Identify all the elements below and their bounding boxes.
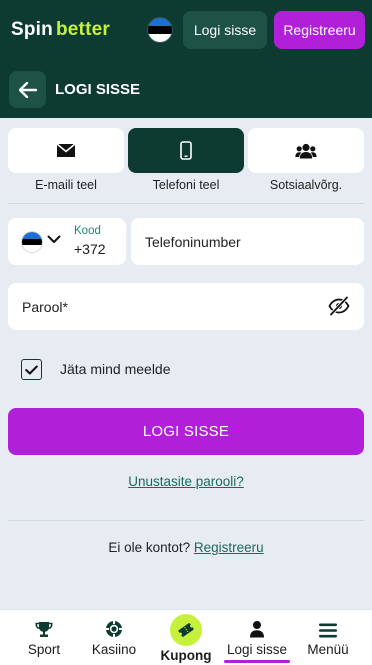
menu-icon (319, 623, 337, 638)
register-link[interactable]: Registreeru (194, 540, 264, 555)
active-nav-indicator (224, 660, 290, 663)
no-account-text: Ei ole kontot? (108, 540, 191, 555)
user-icon (250, 621, 264, 638)
remember-me-label[interactable]: Jäta mind meelde (60, 361, 171, 377)
country-code-select[interactable]: Kood +372 (8, 218, 126, 265)
country-code-value: +372 (74, 241, 106, 257)
nav-label-sport: Sport (27, 642, 61, 657)
tab-phone-label: Telefoni teel (152, 178, 220, 192)
password-input[interactable]: Parool* (8, 283, 364, 330)
chevron-down-icon (47, 235, 61, 243)
users-icon (295, 143, 317, 158)
tab-social[interactable] (248, 128, 364, 173)
page-title: LOGI SISSE (55, 81, 141, 98)
brand-logo[interactable]: Spin better (11, 19, 110, 41)
tab-social-label: Sotsiaalvõrg. (269, 178, 343, 192)
casino-chip-icon (106, 621, 122, 637)
nav-label-login: Logi sisse (226, 642, 288, 657)
arrow-left-icon (18, 81, 37, 98)
eye-slash-icon[interactable] (328, 296, 350, 316)
country-code-label: Kood (74, 225, 101, 237)
nav-item-casino[interactable]: Kasiino (84, 610, 144, 665)
nav-item-login[interactable]: Logi sisse (222, 610, 292, 665)
nav-label-menu: Menüü (307, 642, 349, 657)
phone-number-placeholder: Telefoninumber (145, 233, 241, 250)
back-button[interactable] (9, 71, 46, 108)
tab-email[interactable] (8, 128, 124, 173)
divider (8, 520, 364, 521)
phone-number-input[interactable]: Telefoninumber (131, 218, 364, 265)
password-placeholder: Parool* (22, 298, 68, 315)
top-bar: Spin better Logi sisse Registreeru (0, 0, 372, 62)
logo-text-better: better (55, 19, 110, 40)
coupon-badge (170, 614, 202, 646)
tab-email-label: E-maili teel (35, 178, 97, 192)
checkmark-icon (25, 365, 38, 374)
estonia-flag-icon[interactable] (148, 18, 172, 42)
header-register-button[interactable]: Registreeru (274, 11, 365, 49)
phone-icon (180, 141, 192, 160)
remember-me-checkbox[interactable] (21, 359, 42, 380)
header-login-button[interactable]: Logi sisse (183, 11, 267, 49)
nav-label-casino: Kasiino (91, 642, 137, 657)
nav-item-coupon[interactable]: Kupong (154, 610, 218, 665)
ticket-icon (178, 623, 194, 637)
nav-label-coupon: Kupong (160, 648, 212, 663)
nav-item-menu[interactable]: Menüü (298, 610, 358, 665)
logo-text-spin: Spin (11, 19, 53, 40)
trophy-icon (35, 622, 53, 637)
no-account-prompt: Ei ole kontot? Registreeru (0, 540, 372, 555)
nav-item-sport[interactable]: Sport (14, 610, 74, 665)
bottom-navigation: Sport Kasiino Kupong Logi sisse Menüü (0, 609, 372, 665)
login-submit-button[interactable]: LOGI SISSE (8, 408, 364, 455)
forgot-password-link[interactable]: Unustasite parooli? (0, 474, 372, 489)
page-header: LOGI SISSE (0, 62, 372, 118)
divider (8, 203, 364, 204)
envelope-icon (56, 143, 76, 157)
tab-phone[interactable] (128, 128, 244, 173)
estonia-flag-icon (22, 232, 42, 252)
